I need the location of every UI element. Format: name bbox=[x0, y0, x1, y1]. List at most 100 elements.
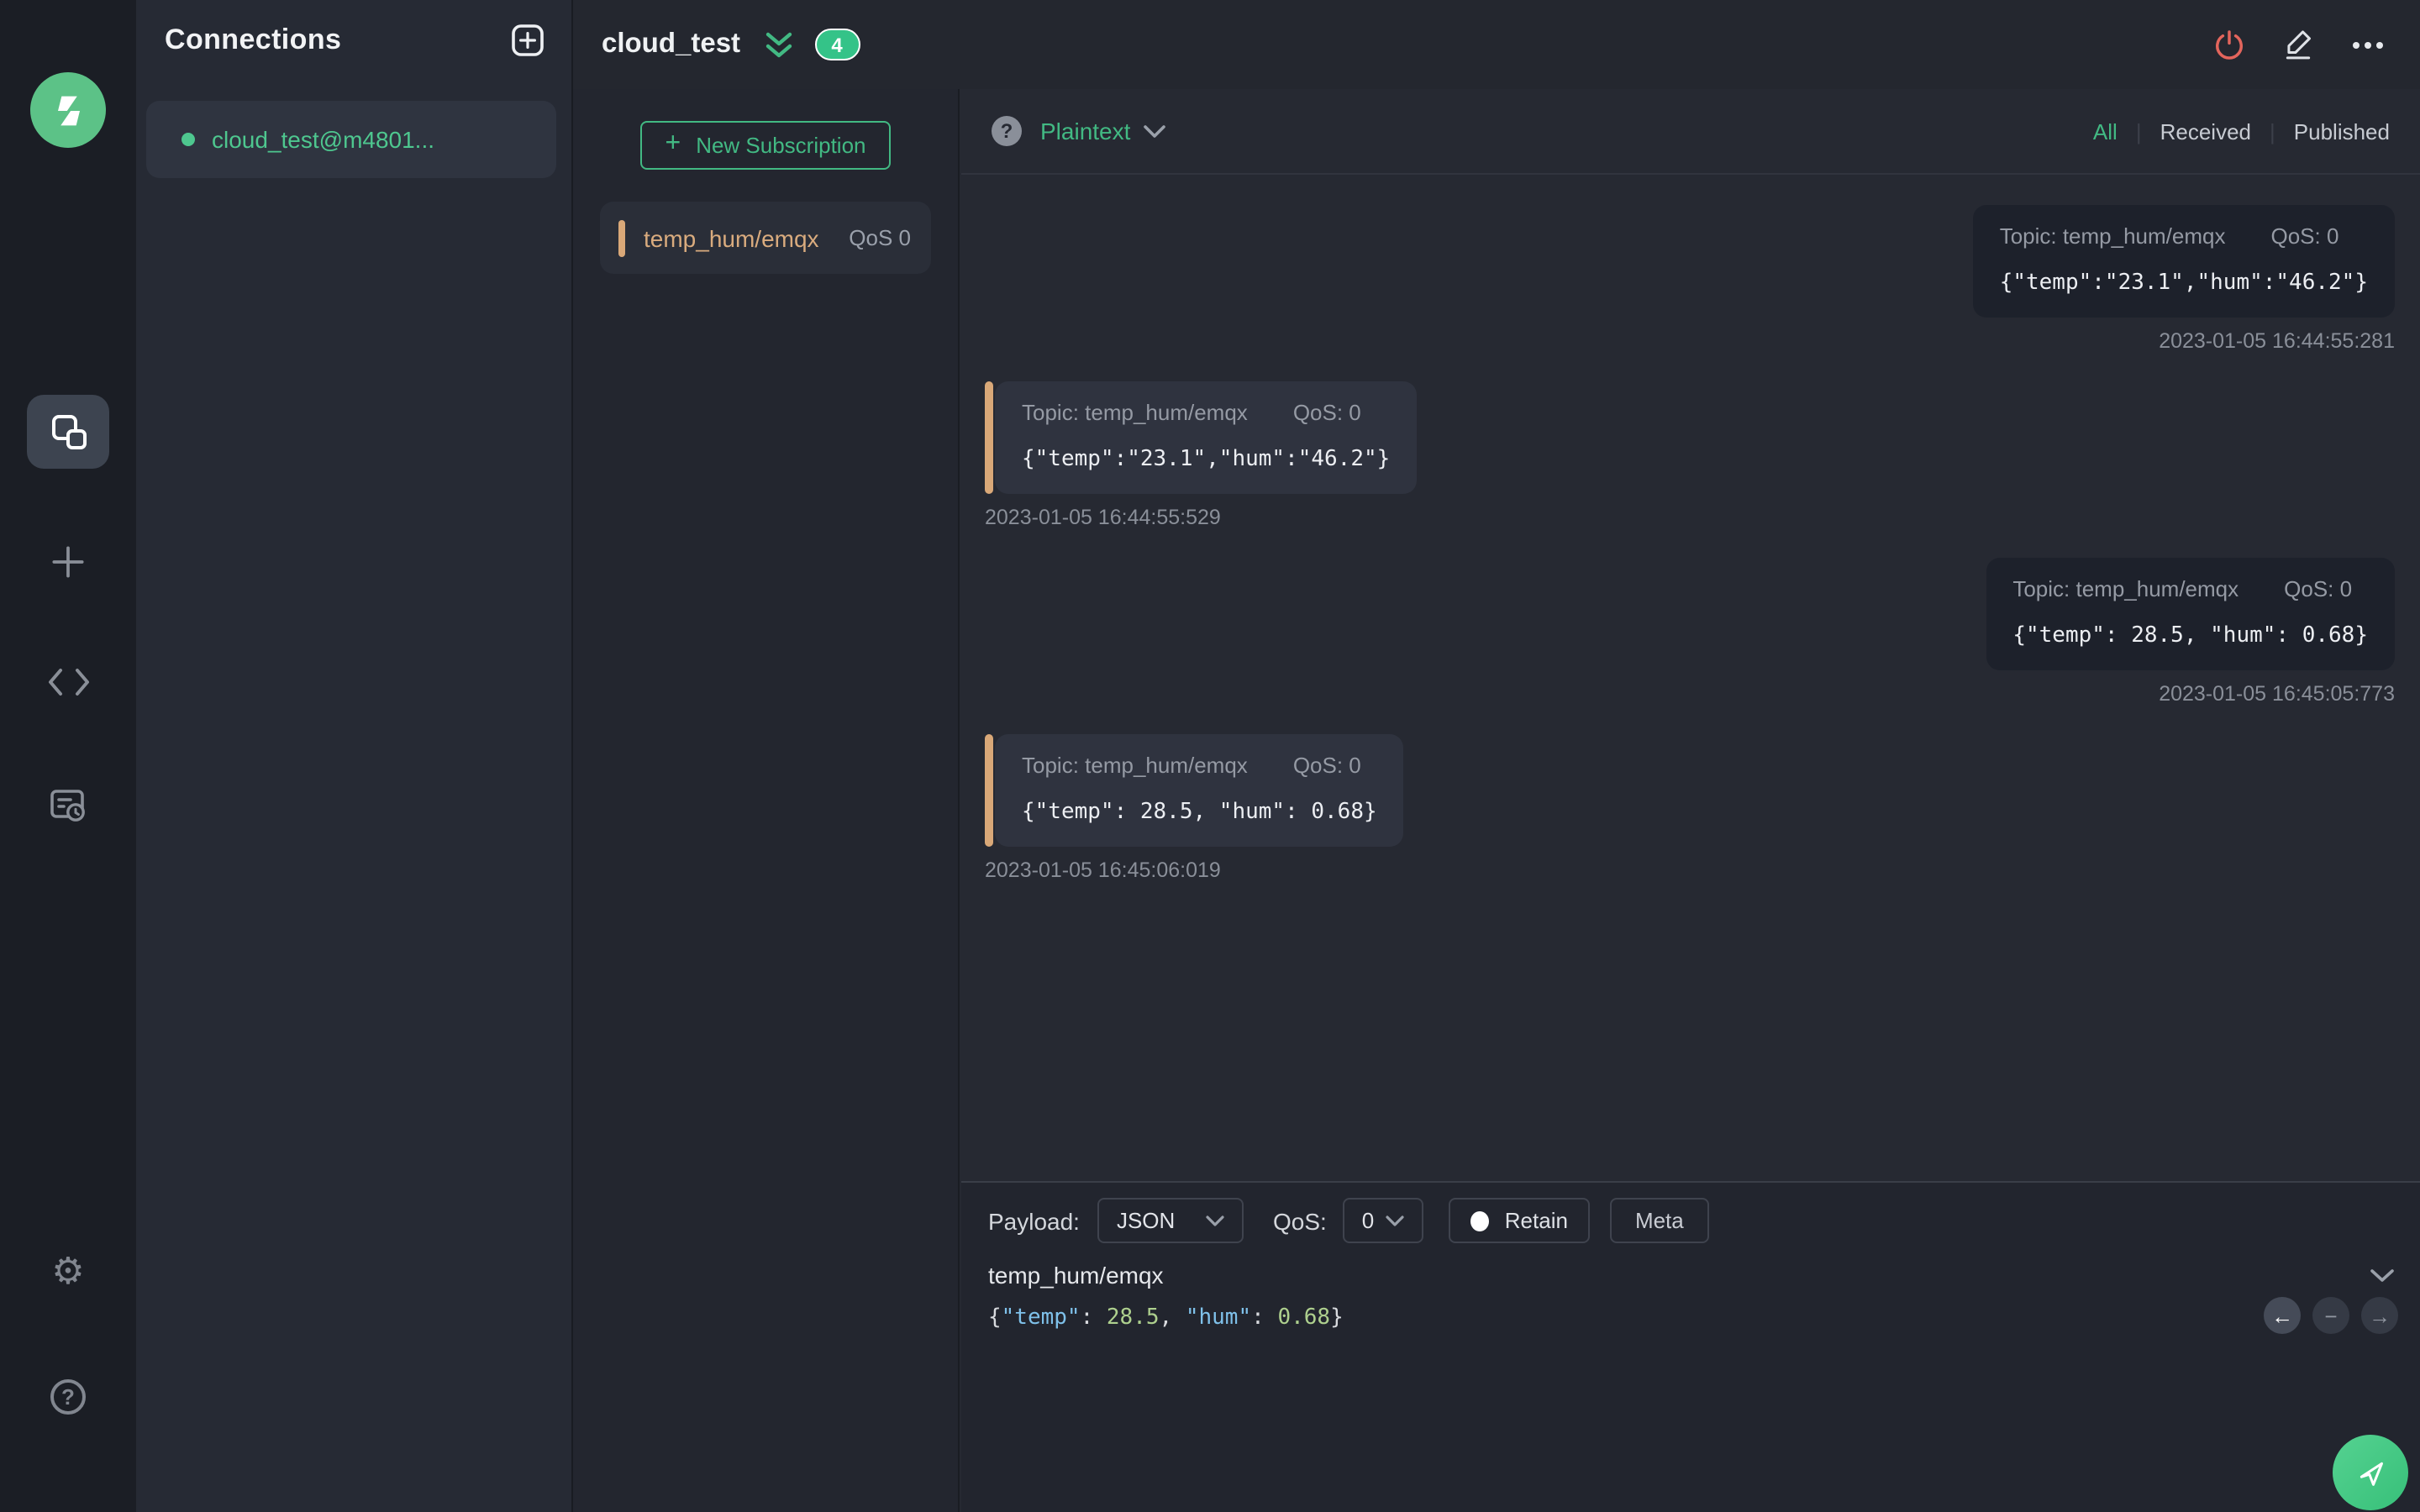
editor-token: 28.5 bbox=[1106, 1305, 1160, 1331]
retain-dot-icon bbox=[1470, 1210, 1490, 1231]
message-count-badge: 4 bbox=[814, 29, 860, 60]
add-connection-button[interactable] bbox=[511, 24, 544, 57]
connection-list-item[interactable]: cloud_test@m4801... bbox=[146, 101, 556, 178]
sidebar-item-help[interactable]: ? bbox=[41, 1374, 95, 1418]
messages-area: ? Plaintext All | Received | Published T… bbox=[961, 89, 2420, 1512]
filter-divider: | bbox=[2135, 118, 2142, 144]
sidebar-item-script[interactable] bbox=[41, 660, 95, 704]
editor-token: } bbox=[1330, 1305, 1344, 1331]
connections-panel: Connections cloud_test@m4801... bbox=[136, 0, 573, 1512]
subscription-qos: QoS 0 bbox=[849, 225, 911, 250]
connections-title: Connections bbox=[165, 24, 342, 55]
message-timestamp: 2023-01-05 16:44:55:281 bbox=[2159, 329, 2395, 353]
plus-icon bbox=[52, 545, 84, 577]
connection-status-dot bbox=[182, 133, 195, 146]
chevron-down-icon bbox=[2370, 1268, 2394, 1281]
subscription-item[interactable]: temp_hum/emqx QoS 0 bbox=[600, 202, 931, 274]
message-timestamp: 2023-01-05 16:45:06:019 bbox=[985, 858, 1221, 882]
publish-topic-row: temp_hum/emqx bbox=[961, 1243, 2420, 1289]
disconnect-button[interactable] bbox=[2213, 29, 2245, 60]
received-color-bar bbox=[985, 734, 993, 847]
chevron-down-icon bbox=[1386, 1215, 1405, 1226]
message-qos: QoS: 0 bbox=[2284, 576, 2353, 601]
code-icon bbox=[48, 669, 88, 696]
message-qos: QoS: 0 bbox=[1292, 753, 1361, 778]
connections-icon bbox=[51, 415, 86, 449]
meta-button[interactable]: Meta bbox=[1609, 1198, 1709, 1243]
message-topic: Topic: temp_hum/emqx bbox=[1022, 400, 1248, 425]
subscription-topic: temp_hum/emqx bbox=[644, 224, 819, 251]
filter-published[interactable]: Published bbox=[2294, 118, 2390, 144]
subscription-color-bar bbox=[618, 219, 625, 256]
expand-editor-button[interactable] bbox=[2370, 1268, 2395, 1283]
icon-sidebar: ⚙ ? bbox=[0, 0, 136, 1512]
more-options-button[interactable] bbox=[2351, 39, 2385, 50]
sidebar-item-new-connection[interactable] bbox=[41, 539, 95, 583]
message-topic: Topic: temp_hum/emqx bbox=[1999, 223, 2226, 249]
mqttx-app: ⚙ ? Connections cloud_test@m4801... clou… bbox=[0, 0, 2420, 1512]
pencil-icon bbox=[2286, 30, 2311, 60]
message-qos: QoS: 0 bbox=[1292, 400, 1361, 425]
message-timestamp: 2023-01-05 16:44:55:529 bbox=[985, 506, 1221, 529]
editor-token: : bbox=[1251, 1305, 1278, 1331]
message-published: Topic: temp_hum/emqx QoS: 0 {"temp":"23.… bbox=[985, 205, 2395, 353]
payload-label: Payload: bbox=[988, 1207, 1080, 1234]
chevron-down-icon[interactable] bbox=[1142, 123, 1165, 139]
history-back-button[interactable]: ← bbox=[2264, 1297, 2301, 1334]
connection-header: cloud_test 4 bbox=[573, 0, 2420, 89]
payload-format-help-icon[interactable]: ? bbox=[992, 116, 1022, 146]
gear-icon: ⚙ bbox=[51, 1250, 85, 1292]
message-bubble[interactable]: Topic: temp_hum/emqx QoS: 0 {"temp": 28.… bbox=[1986, 558, 2395, 670]
message-received: Topic: temp_hum/emqx QoS: 0 {"temp":"23.… bbox=[985, 381, 2395, 529]
new-subscription-button[interactable]: + New Subscription bbox=[640, 121, 891, 170]
connection-name: cloud_test@m4801... bbox=[212, 126, 435, 153]
message-qos: QoS: 0 bbox=[2270, 223, 2339, 249]
message-bubble[interactable]: Topic: temp_hum/emqx QoS: 0 {"temp":"23.… bbox=[1972, 205, 2395, 318]
log-icon bbox=[50, 789, 85, 821]
history-clear-button[interactable]: − bbox=[2312, 1297, 2349, 1334]
message-payload: {"temp":"23.1","hum":"46.2"} bbox=[1022, 447, 1391, 472]
messages-toolbar: ? Plaintext All | Received | Published bbox=[961, 89, 2420, 175]
chevron-down-icon bbox=[1207, 1215, 1225, 1226]
mqttx-logo bbox=[30, 72, 106, 148]
payload-format-value: JSON bbox=[1116, 1208, 1176, 1233]
message-topic: Topic: temp_hum/emqx bbox=[2012, 576, 2239, 601]
collapse-panel-button[interactable] bbox=[762, 29, 794, 60]
filter-received[interactable]: Received bbox=[2160, 118, 2251, 144]
message-format-select[interactable]: Plaintext bbox=[1040, 118, 1130, 144]
topic-input[interactable]: temp_hum/emqx bbox=[988, 1262, 1164, 1289]
editor-token: , bbox=[1159, 1305, 1186, 1331]
send-button[interactable] bbox=[2333, 1435, 2408, 1510]
message-bubble[interactable]: Topic: temp_hum/emqx QoS: 0 {"temp":"23.… bbox=[995, 381, 1418, 494]
sidebar-item-settings[interactable]: ⚙ bbox=[41, 1250, 95, 1294]
message-payload: {"temp":"23.1","hum":"46.2"} bbox=[1999, 270, 2368, 296]
filter-all[interactable]: All bbox=[2093, 118, 2118, 144]
editor-token: "temp" bbox=[1001, 1305, 1081, 1331]
help-icon: ? bbox=[50, 1378, 86, 1414]
sidebar-item-connections[interactable] bbox=[27, 395, 109, 469]
qos-select[interactable]: 0 bbox=[1343, 1198, 1424, 1243]
editor-token: { bbox=[988, 1305, 1002, 1331]
qos-value: 0 bbox=[1361, 1208, 1375, 1233]
ellipsis-icon bbox=[2353, 41, 2383, 48]
plus-square-icon bbox=[512, 24, 544, 56]
filter-divider: | bbox=[2270, 118, 2275, 144]
publish-panel: Payload: JSON QoS: 0 Retain Meta temp_hu… bbox=[961, 1181, 2420, 1512]
history-forward-button[interactable]: → bbox=[2361, 1297, 2398, 1334]
retain-toggle[interactable]: Retain bbox=[1449, 1198, 1590, 1243]
edit-connection-button[interactable] bbox=[2282, 29, 2314, 60]
editor-token: "hum" bbox=[1185, 1305, 1252, 1331]
payload-editor[interactable]: {"temp": 28.5, "hum": 0.68} bbox=[961, 1289, 2420, 1331]
meta-label: Meta bbox=[1634, 1208, 1684, 1233]
sidebar-item-log[interactable] bbox=[41, 783, 95, 827]
payload-format-select[interactable]: JSON bbox=[1097, 1198, 1244, 1243]
send-icon bbox=[2359, 1461, 2382, 1485]
power-icon bbox=[2216, 30, 2243, 60]
message-published: Topic: temp_hum/emqx QoS: 0 {"temp": 28.… bbox=[985, 558, 2395, 706]
message-bubble[interactable]: Topic: temp_hum/emqx QoS: 0 {"temp": 28.… bbox=[995, 734, 1404, 847]
editor-token: 0.68 bbox=[1277, 1305, 1331, 1331]
message-payload: {"temp": 28.5, "hum": 0.68} bbox=[2012, 623, 2368, 648]
double-chevron-down-icon bbox=[765, 31, 792, 57]
new-subscription-label: New Subscription bbox=[696, 133, 866, 158]
received-color-bar bbox=[985, 381, 993, 494]
